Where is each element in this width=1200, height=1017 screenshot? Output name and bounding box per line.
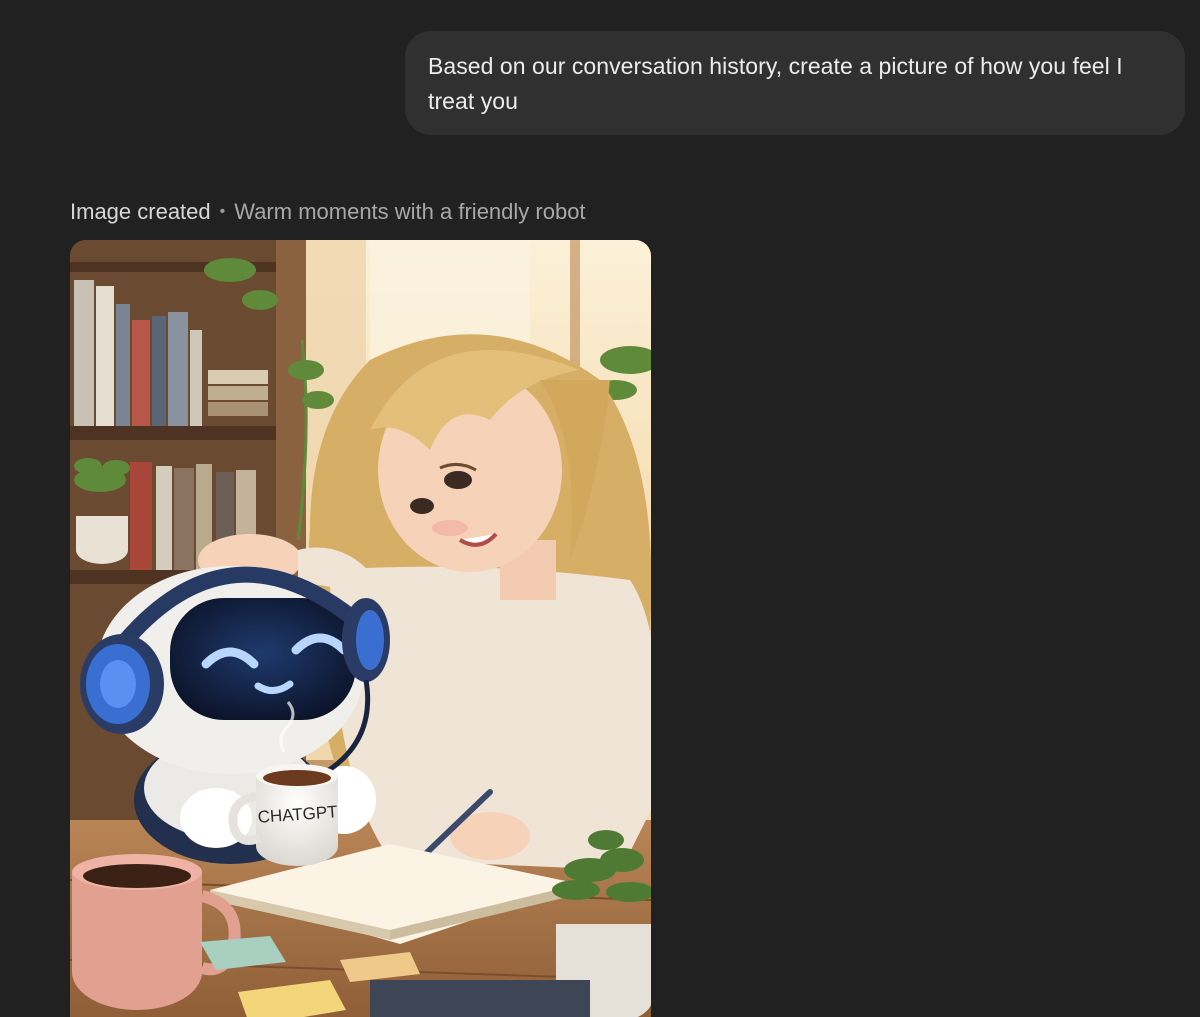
- generated-image[interactable]: CHATGPT: [70, 240, 651, 1017]
- user-message-bubble: Based on our conversation history, creat…: [405, 31, 1185, 135]
- generated-image-illustration: CHATGPT: [70, 240, 651, 1017]
- user-message-text: Based on our conversation history, creat…: [428, 53, 1123, 114]
- chat-page: Based on our conversation history, creat…: [0, 0, 1200, 1017]
- image-status-label: Image created: [70, 199, 211, 224]
- image-header: Image created • Warm moments with a frie…: [70, 196, 586, 228]
- image-caption: Warm moments with a friendly robot: [234, 199, 586, 224]
- header-separator: •: [219, 203, 226, 220]
